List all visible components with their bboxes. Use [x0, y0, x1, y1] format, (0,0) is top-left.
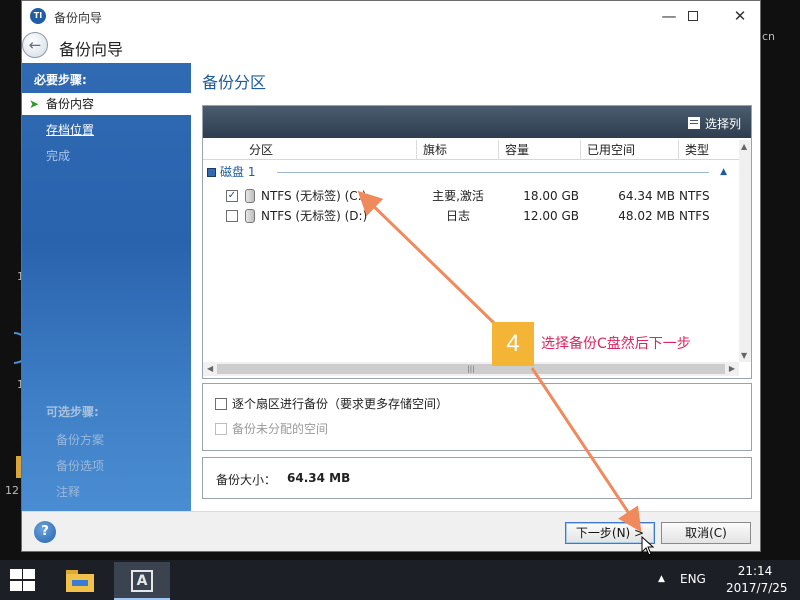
- maximize-icon: [688, 11, 698, 21]
- partition-d-checkbox[interactable]: [226, 210, 238, 222]
- green-arrow-icon: ➤: [29, 97, 40, 111]
- mouse-cursor-icon: [641, 536, 655, 556]
- maximize-button[interactable]: [678, 5, 708, 27]
- column-capacity[interactable]: 容量: [499, 140, 581, 160]
- sidebar-item-finish: 完成: [46, 149, 71, 163]
- scroll-left-icon[interactable]: ◀: [207, 364, 213, 373]
- vertical-scrollbar[interactable]: ▲ ▼: [739, 140, 751, 362]
- partition-name: NTFS (无标签) (D:): [261, 209, 368, 223]
- scroll-up-icon[interactable]: ▲: [741, 142, 747, 151]
- step-badge: 4: [492, 322, 534, 366]
- column-partition[interactable]: 分区: [243, 140, 417, 160]
- sidebar-item-backup-options[interactable]: 备份选项: [22, 455, 191, 477]
- sidebar-item-backup-content[interactable]: ➤ 备份内容: [22, 93, 191, 115]
- partition-flags: 主要,激活: [432, 189, 484, 203]
- table-row[interactable]: ✓ NTFS (无标签) (C:) 主要,激活 18.00 GB 64.34 M…: [203, 186, 739, 206]
- acronis-icon: TI: [30, 8, 46, 24]
- step-instruction: 选择备份C盘然后下一步: [541, 336, 691, 352]
- help-icon[interactable]: ?: [34, 521, 56, 543]
- sidebar-item-comments[interactable]: 注释: [22, 481, 191, 503]
- start-button[interactable]: [8, 568, 36, 592]
- disk-group-row[interactable]: 磁盘 1 ▲: [207, 162, 733, 182]
- clock-date: 2017/7/25: [726, 581, 788, 595]
- partition-flags: 日志: [445, 209, 470, 223]
- list-toolbar: 选择列: [203, 106, 751, 138]
- column-chooser-icon: [687, 117, 700, 129]
- table-row[interactable]: NTFS (无标签) (D:) 日志 12.00 GB 48.02 MB NTF…: [203, 206, 739, 226]
- windows-logo-icon: [10, 569, 22, 579]
- partition-name: NTFS (无标签) (C:): [261, 189, 367, 203]
- folder-icon-strip: [72, 580, 88, 586]
- required-steps-heading: 必要步骤:: [34, 73, 87, 87]
- backup-size-label: 备份大小：: [216, 473, 277, 487]
- desktop-text-12: 12: [5, 484, 19, 497]
- horizontal-scrollbar[interactable]: ◀ ||| ▶: [203, 362, 739, 376]
- drive-icon: [245, 209, 255, 223]
- acronis-app-icon: A: [131, 570, 153, 592]
- column-type[interactable]: 类型: [679, 140, 739, 160]
- partition-capacity: 18.00 GB: [523, 189, 579, 203]
- show-hidden-icons-icon[interactable]: ▲: [658, 574, 665, 584]
- partition-capacity: 12.00 GB: [523, 209, 579, 223]
- language-indicator[interactable]: ENG: [680, 572, 706, 586]
- title-bar[interactable]: TI 备份向导 — ✕: [22, 1, 760, 31]
- optional-steps-heading: 可选步骤:: [46, 405, 99, 419]
- wizard-sidebar: 必要步骤: ➤ 备份内容 存档位置 完成 可选步骤: 备份方案 备份选项 注释: [22, 63, 191, 511]
- partition-used: 48.02 MB: [618, 209, 675, 223]
- wizard-header: ← 备份向导: [22, 31, 760, 61]
- disk-divider: [277, 172, 709, 173]
- scrollbar-thumb[interactable]: |||: [217, 364, 725, 374]
- backup-wizard-window: TI 备份向导 — ✕ ← 备份向导 必要步骤: ➤ 备份内容 存档位置 完成 …: [21, 0, 761, 552]
- show-desktop-button[interactable]: [788, 563, 800, 599]
- column-used-space[interactable]: 已用空间: [581, 140, 679, 160]
- desktop-text-cn: cn: [762, 30, 776, 43]
- back-button[interactable]: ←: [22, 32, 48, 58]
- partition-used: 64.34 MB: [618, 189, 675, 203]
- sector-by-sector-checkbox[interactable]: [215, 398, 227, 410]
- column-header: 分区 旗标 容量 已用空间 类型: [203, 140, 739, 160]
- collapse-icon[interactable]: ▲: [720, 162, 727, 182]
- section-title: 备份分区: [202, 73, 267, 92]
- partition-type: NTFS: [679, 189, 710, 203]
- scroll-right-icon[interactable]: ▶: [729, 364, 735, 373]
- drive-icon: [245, 189, 255, 203]
- windows-logo-pane: [23, 581, 35, 591]
- unallocated-space-label: 备份未分配的空间: [232, 422, 329, 436]
- windows-logo-pane: [10, 581, 22, 591]
- clock-time: 21:14: [737, 564, 773, 578]
- backup-options-panel: 逐个扇区进行备份（要求更多存储空间） 备份未分配的空间: [202, 383, 752, 451]
- back-arrow-icon: ←: [28, 36, 42, 54]
- scroll-down-icon[interactable]: ▼: [741, 351, 747, 360]
- file-explorer-button[interactable]: [64, 566, 96, 594]
- choose-columns-button[interactable]: 选择列: [687, 115, 741, 132]
- backup-size-panel: 备份大小： 64.34 MB: [202, 457, 752, 499]
- acronis-taskbar-button[interactable]: A: [114, 562, 170, 600]
- sector-by-sector-label: 逐个扇区进行备份（要求更多存储空间）: [232, 397, 449, 411]
- disk-icon: [207, 168, 216, 177]
- column-flags[interactable]: 旗标: [417, 140, 499, 160]
- cancel-button[interactable]: 取消(C): [661, 522, 751, 544]
- choose-columns-label: 选择列: [704, 117, 741, 131]
- sidebar-item-archive-location[interactable]: 存档位置: [22, 119, 191, 141]
- partition-c-checkbox[interactable]: ✓: [226, 190, 238, 202]
- sidebar-item-backup-scheme[interactable]: 备份方案: [22, 429, 191, 451]
- partition-type: NTFS: [679, 209, 710, 223]
- close-button[interactable]: ✕: [725, 5, 755, 27]
- sidebar-item-label: 备份内容: [46, 97, 95, 111]
- clock[interactable]: 21:14 2017/7/25: [726, 563, 788, 597]
- window-title: 备份向导: [54, 11, 103, 25]
- backup-size-value: 64.34 MB: [287, 471, 351, 485]
- unallocated-space-checkbox: [215, 423, 227, 435]
- wizard-title: 备份向导: [59, 40, 124, 59]
- disk-label: 磁盘 1: [220, 165, 256, 179]
- windows-logo-pane: [23, 569, 35, 579]
